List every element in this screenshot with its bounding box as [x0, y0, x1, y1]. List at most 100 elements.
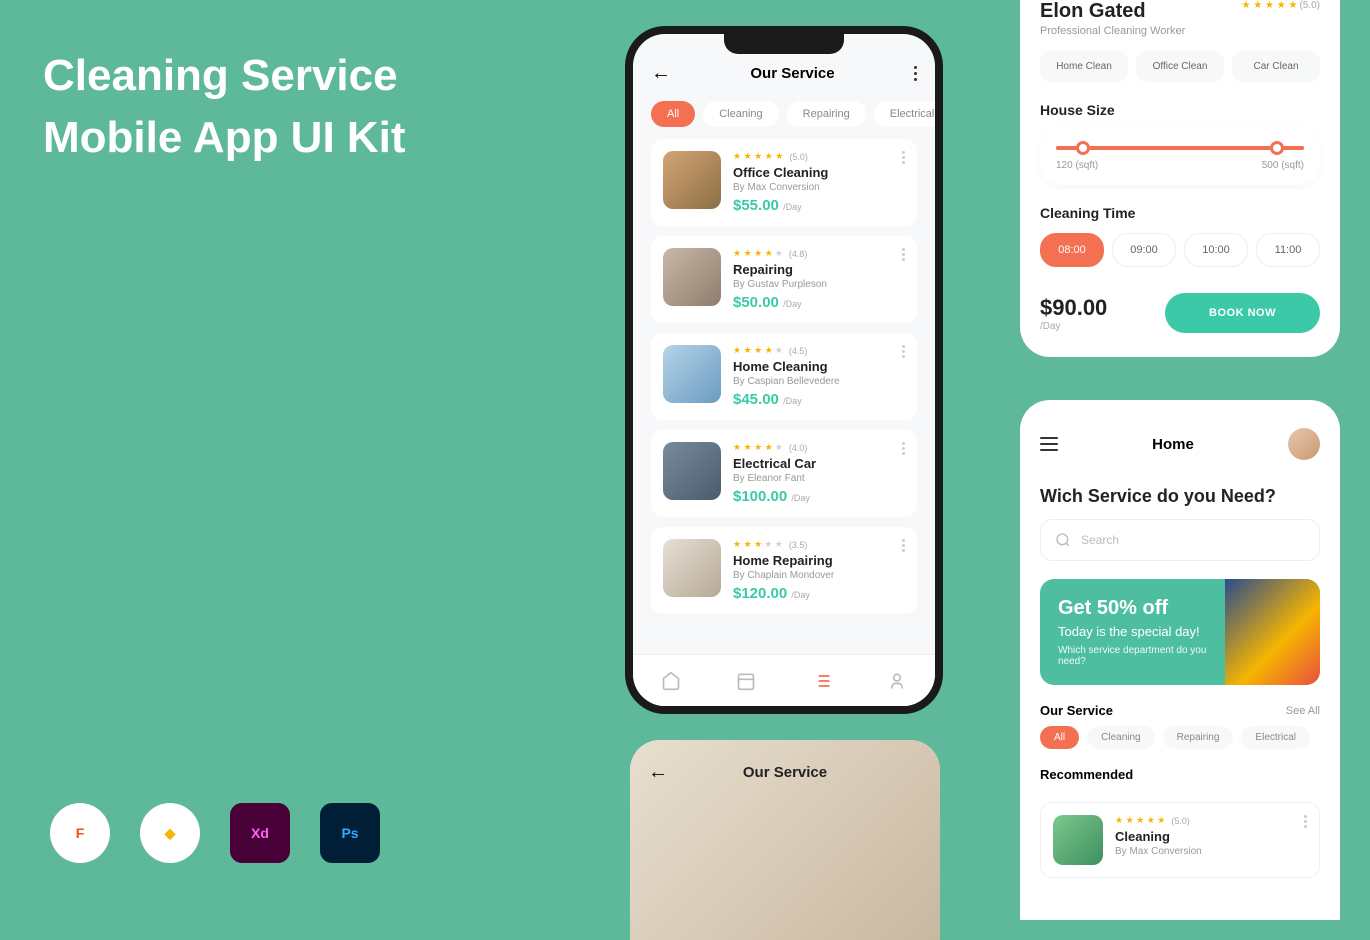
service-image	[663, 248, 721, 306]
card-more-icon[interactable]	[902, 151, 905, 164]
promo-image	[1225, 579, 1320, 685]
home-tabs: All Cleaning Repairing Electrical	[1020, 726, 1340, 749]
nav-calendar-icon[interactable]	[736, 671, 756, 691]
recommended-label: Recommended	[1040, 767, 1133, 782]
rating-stars: ★ ★ ★ ★ ★(4.5)	[733, 345, 905, 356]
hero-line2: Mobile App UI Kit	[43, 107, 406, 169]
service-price: $50.00 /Day	[733, 294, 905, 311]
time-1100[interactable]: 11:00	[1256, 233, 1320, 267]
tab-cleaning[interactable]: Cleaning	[1087, 726, 1154, 749]
see-all-link[interactable]: See All	[1286, 705, 1320, 717]
time-1000[interactable]: 10:00	[1184, 233, 1248, 267]
search-placeholder: Search	[1081, 533, 1119, 547]
house-size-slider[interactable]: 120 (sqft) 500 (sqft)	[1040, 128, 1320, 185]
service-name: Repairing	[733, 262, 905, 277]
card-more-icon[interactable]	[902, 539, 905, 552]
hero-image: ← Our Service	[630, 740, 940, 940]
booking-price-unit: /Day	[1040, 321, 1107, 332]
chip-office-clean[interactable]: Office Clean	[1136, 51, 1224, 82]
tab-repairing[interactable]: Repairing	[787, 101, 866, 127]
bottom-nav	[633, 654, 935, 706]
slider-max-label: 500 (sqft)	[1262, 160, 1304, 171]
recommended-card[interactable]: ★ ★ ★ ★ ★(5.0) Cleaning By Max Conversio…	[1040, 802, 1320, 878]
service-card[interactable]: ★ ★ ★ ★ ★(4.8) Repairing By Gustav Purpl…	[651, 236, 917, 323]
book-now-button[interactable]: BOOK NOW	[1165, 293, 1320, 333]
booking-price: $90.00	[1040, 295, 1107, 321]
slider-handle-min[interactable]	[1076, 141, 1090, 155]
service-card[interactable]: ★ ★ ★ ★ ★(3.5) Home Repairing By Chaplai…	[651, 527, 917, 614]
slider-handle-max[interactable]	[1270, 141, 1284, 155]
phone-home: Home Wich Service do you Need? Search Ge…	[1020, 400, 1340, 920]
tab-electrical[interactable]: Electrical	[874, 101, 935, 127]
tab-repairing[interactable]: Repairing	[1163, 726, 1234, 749]
rating-stars: ★ ★ ★ ★ ★(3.5)	[733, 539, 905, 550]
card-more-icon[interactable]	[1304, 815, 1307, 828]
category-tabs: All Cleaning Repairing Electrical	[633, 97, 935, 139]
back-arrow-icon[interactable]: ←	[648, 761, 668, 784]
page-title: Home	[1152, 436, 1194, 453]
card-more-icon[interactable]	[902, 248, 905, 261]
avatar[interactable]	[1288, 428, 1320, 460]
service-name: Home Repairing	[733, 553, 905, 568]
xd-icon: Xd	[230, 803, 290, 863]
service-card[interactable]: ★ ★ ★ ★ ★(5.0) Office Cleaning By Max Co…	[651, 139, 917, 226]
card-more-icon[interactable]	[902, 345, 905, 358]
recommended-provider: By Max Conversion	[1115, 846, 1202, 857]
search-icon	[1055, 532, 1071, 548]
service-card[interactable]: ★ ★ ★ ★ ★(4.0) Electrical Car By Eleanor…	[651, 430, 917, 517]
chip-car-clean[interactable]: Car Clean	[1232, 51, 1320, 82]
tab-cleaning[interactable]: Cleaning	[703, 101, 778, 127]
promo-description: Which service department do you need?	[1058, 645, 1208, 667]
service-image	[663, 442, 721, 500]
service-name: Electrical Car	[733, 456, 905, 471]
service-price: $100.00 /Day	[733, 488, 905, 505]
phone-service-list: ← Our Service All Cleaning Repairing Ele…	[625, 26, 943, 714]
service-provider: By Caspian Bellevedere	[733, 376, 905, 387]
page-title: Our Service	[750, 65, 834, 82]
service-image	[663, 345, 721, 403]
promo-banner[interactable]: Get 50% off Today is the special day! Wh…	[1040, 579, 1320, 685]
rating-stars: ★ ★ ★ ★ ★(4.0)	[733, 442, 905, 453]
our-service-label: Our Service	[1040, 703, 1113, 718]
rating-stars: ★ ★ ★ ★ ★(5.0)	[733, 151, 905, 162]
time-0800[interactable]: 08:00	[1040, 233, 1104, 267]
service-price: $120.00 /Day	[733, 585, 905, 602]
service-provider: By Chaplain Mondover	[733, 570, 905, 581]
home-heading: Wich Service do you Need?	[1020, 468, 1340, 519]
service-type-chips: Home Clean Office Clean Car Clean	[1040, 51, 1320, 82]
search-input[interactable]: Search	[1040, 519, 1320, 561]
time-0900[interactable]: 09:00	[1112, 233, 1176, 267]
rating-stars: ★ ★ ★ ★ ★(5.0)	[1115, 815, 1202, 826]
slider-min-label: 120 (sqft)	[1056, 160, 1098, 171]
service-provider: By Eleanor Fant	[733, 473, 905, 484]
back-arrow-icon[interactable]: ←	[651, 62, 671, 85]
time-chips: 08:00 09:00 10:00 11:00	[1040, 233, 1320, 267]
chip-home-clean[interactable]: Home Clean	[1040, 51, 1128, 82]
phone-booking: Elon Gated ★ ★ ★ ★ ★ (5.0) Professional …	[1020, 0, 1340, 357]
rating-stars: ★ ★ ★ ★ ★(4.8)	[733, 248, 905, 259]
service-name: Home Cleaning	[733, 359, 905, 374]
house-size-label: House Size	[1040, 102, 1320, 118]
tab-electrical[interactable]: Electrical	[1241, 726, 1310, 749]
service-card[interactable]: ★ ★ ★ ★ ★(4.5) Home Cleaning By Caspian …	[651, 333, 917, 420]
service-provider: By Max Conversion	[733, 182, 905, 193]
tab-all[interactable]: All	[1040, 726, 1079, 749]
page-title: Our Service	[743, 764, 827, 781]
tab-all[interactable]: All	[651, 101, 695, 127]
tool-icons: F ◆ Xd Ps	[50, 803, 380, 863]
service-image	[663, 151, 721, 209]
service-provider: By Gustav Purpleson	[733, 279, 905, 290]
nav-profile-icon[interactable]	[887, 671, 907, 691]
card-more-icon[interactable]	[902, 442, 905, 455]
recommended-image	[1053, 815, 1103, 865]
menu-icon[interactable]	[1040, 437, 1058, 451]
hero-line1: Cleaning Service	[43, 45, 406, 107]
service-list: ★ ★ ★ ★ ★(5.0) Office Cleaning By Max Co…	[633, 139, 935, 614]
service-image	[663, 539, 721, 597]
sketch-icon: ◆	[140, 803, 200, 863]
nav-home-icon[interactable]	[661, 671, 681, 691]
more-icon[interactable]	[914, 66, 917, 81]
phone-service-detail: ← Our Service	[630, 740, 940, 940]
service-price: $45.00 /Day	[733, 391, 905, 408]
nav-list-icon[interactable]	[812, 671, 832, 691]
